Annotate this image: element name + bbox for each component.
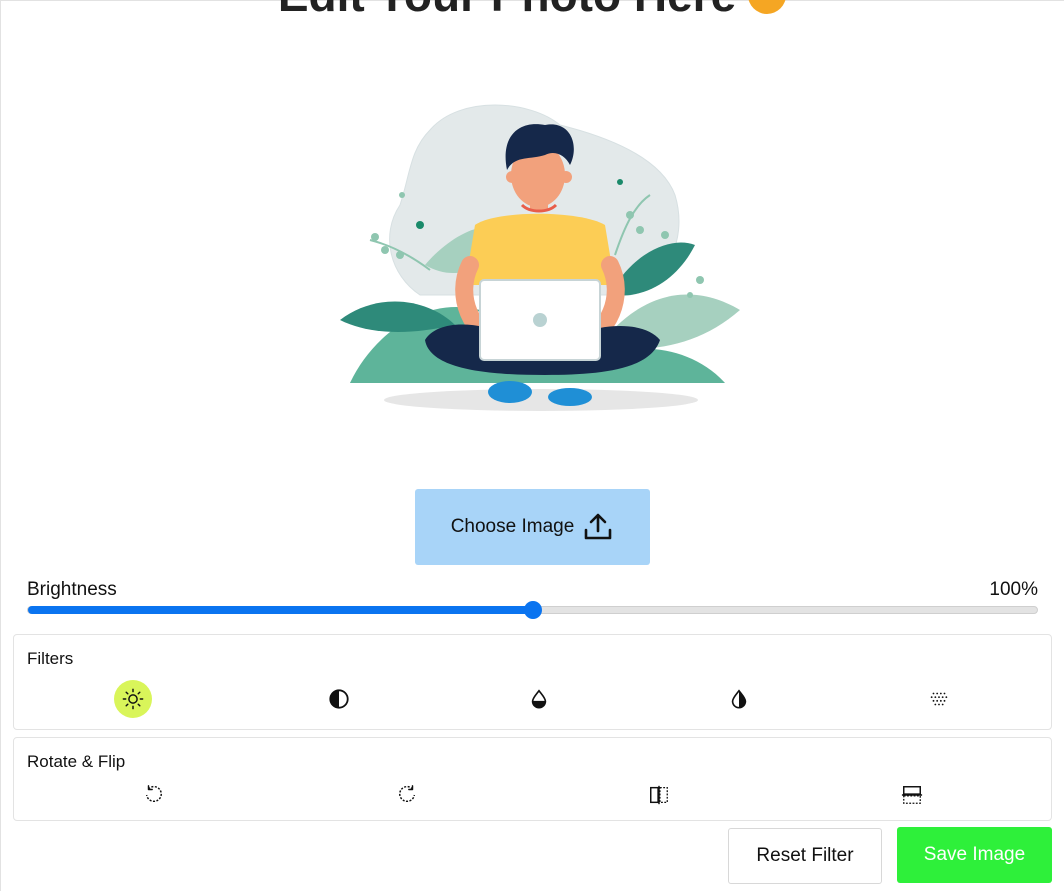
filter-grayscale-button[interactable] <box>920 680 958 718</box>
flip-vertical-button[interactable] <box>893 776 931 814</box>
contrast-drop-icon <box>731 689 747 709</box>
slider-fill <box>28 606 533 614</box>
slider-value: 100% <box>989 579 1038 600</box>
filter-brightness-button[interactable] <box>114 680 152 718</box>
reset-filter-button[interactable]: Reset Filter <box>728 828 882 884</box>
filter-inversion-button[interactable] <box>720 680 758 718</box>
choose-image-label: Choose Image <box>450 516 575 537</box>
flip-vertical-icon <box>901 786 923 804</box>
filters-title: Filters <box>27 649 74 668</box>
rotate-right-button[interactable] <box>388 776 426 814</box>
rotate-flip-title: Rotate & Flip <box>27 752 126 771</box>
rotate-left-button[interactable] <box>135 776 173 814</box>
page-title-text: Edit Your Photo Here <box>278 0 736 21</box>
page-title: Edit Your Photo Here <box>0 0 1064 22</box>
filters-panel: Filters <box>13 634 1052 730</box>
slider-label: Brightness <box>27 579 117 600</box>
slider-thumb[interactable] <box>523 601 542 619</box>
rotate-flip-panel: Rotate & Flip <box>13 737 1052 821</box>
emoji-icon <box>748 0 787 14</box>
save-image-button[interactable]: Save Image <box>897 827 1052 883</box>
brightness-slider[interactable] <box>27 601 1038 619</box>
flip-horizontal-button[interactable] <box>640 776 678 814</box>
dots-grid-icon <box>930 692 948 706</box>
droplet-half-icon <box>531 689 547 709</box>
preview-image <box>340 104 740 411</box>
rotate-right-icon <box>399 785 416 803</box>
filter-saturation-button[interactable] <box>520 680 558 718</box>
upload-icon <box>584 513 612 540</box>
flip-horizontal-icon <box>650 785 668 805</box>
sun-icon <box>122 688 144 710</box>
half-circle-icon <box>329 689 349 709</box>
filter-contrast-button[interactable] <box>320 680 358 718</box>
choose-image-button[interactable]: Choose Image <box>415 489 650 565</box>
rotate-left-icon <box>145 785 162 803</box>
